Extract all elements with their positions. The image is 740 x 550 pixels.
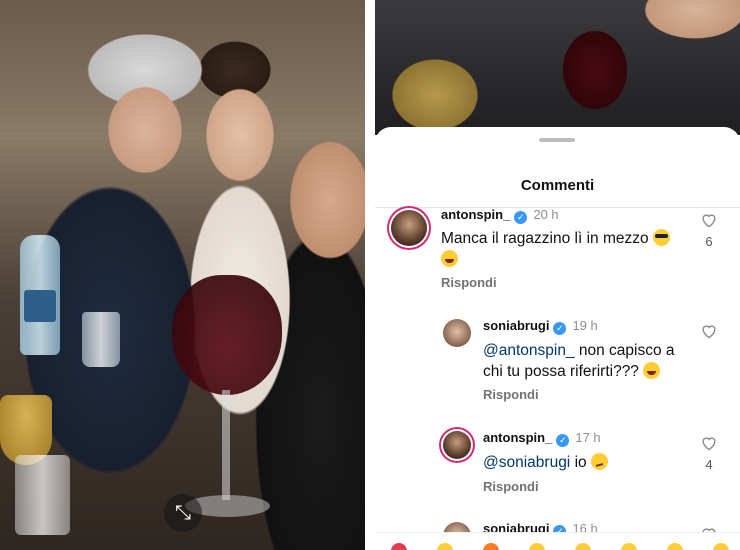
avatar[interactable] [443,319,471,347]
mention-link[interactable]: @antonspin_ [483,342,575,359]
username[interactable]: antonspin_ [441,207,510,222]
avatar[interactable] [443,431,471,459]
comment-meta: antonspin_ ✓ 20 h [441,207,559,224]
tears-of-joy-emoji-icon [441,250,458,267]
avatar[interactable] [391,210,427,246]
tumbler-glass [15,455,70,535]
bottle-label [24,290,56,322]
reply-button[interactable]: Rispondi [483,479,539,494]
verified-badge-icon: ✓ [553,322,567,335]
timestamp: 20 h [533,207,559,222]
reply-button[interactable]: Rispondi [483,387,539,402]
panel-divider [365,0,375,550]
username[interactable]: soniabrugi [483,318,549,333]
water-glass [82,312,120,367]
wine-glass [172,275,282,395]
username[interactable]: antonspin_ [483,430,552,445]
comment-meta: soniabrugi ✓ 19 h [483,318,598,335]
sheet-drag-handle[interactable] [539,138,575,142]
timestamp: 17 h [575,430,601,445]
photo-right [375,0,740,135]
quick-reactions-bar [375,532,740,550]
confused-emoji-icon [590,453,608,470]
mention-link[interactable]: @soniabrugi [483,454,570,471]
comment-text: @antonspin_ non capisco a chi tu possa r… [483,342,675,380]
wine-glass-stem [222,390,230,500]
like-count: 4 [705,457,713,472]
like-count: 6 [705,234,713,249]
comment-meta: antonspin_ ✓ 17 h [483,430,601,447]
verified-badge-icon: ✓ [556,434,570,447]
timestamp: 19 h [572,318,598,333]
heart-icon[interactable] [700,435,718,451]
sheet-title: Commenti [520,177,595,194]
comments-sheet: Commenti antonspin_ ✓ 20 h Manca il ragazz… [375,127,740,550]
comment-text: @soniabrugi io [483,452,683,473]
sunglasses-emoji-icon [652,229,670,246]
photo-left: ⤡ [0,0,365,550]
heart-icon[interactable] [700,212,718,228]
comment-text: Manca il ragazzino lì in mezzo [441,228,701,270]
verified-badge-icon: ✓ [514,211,528,224]
tears-of-joy-emoji-icon [643,362,661,379]
heart-icon[interactable] [700,323,718,339]
expand-icon[interactable]: ⤡ [164,494,202,532]
reply-button[interactable]: Rispondi [441,275,497,290]
